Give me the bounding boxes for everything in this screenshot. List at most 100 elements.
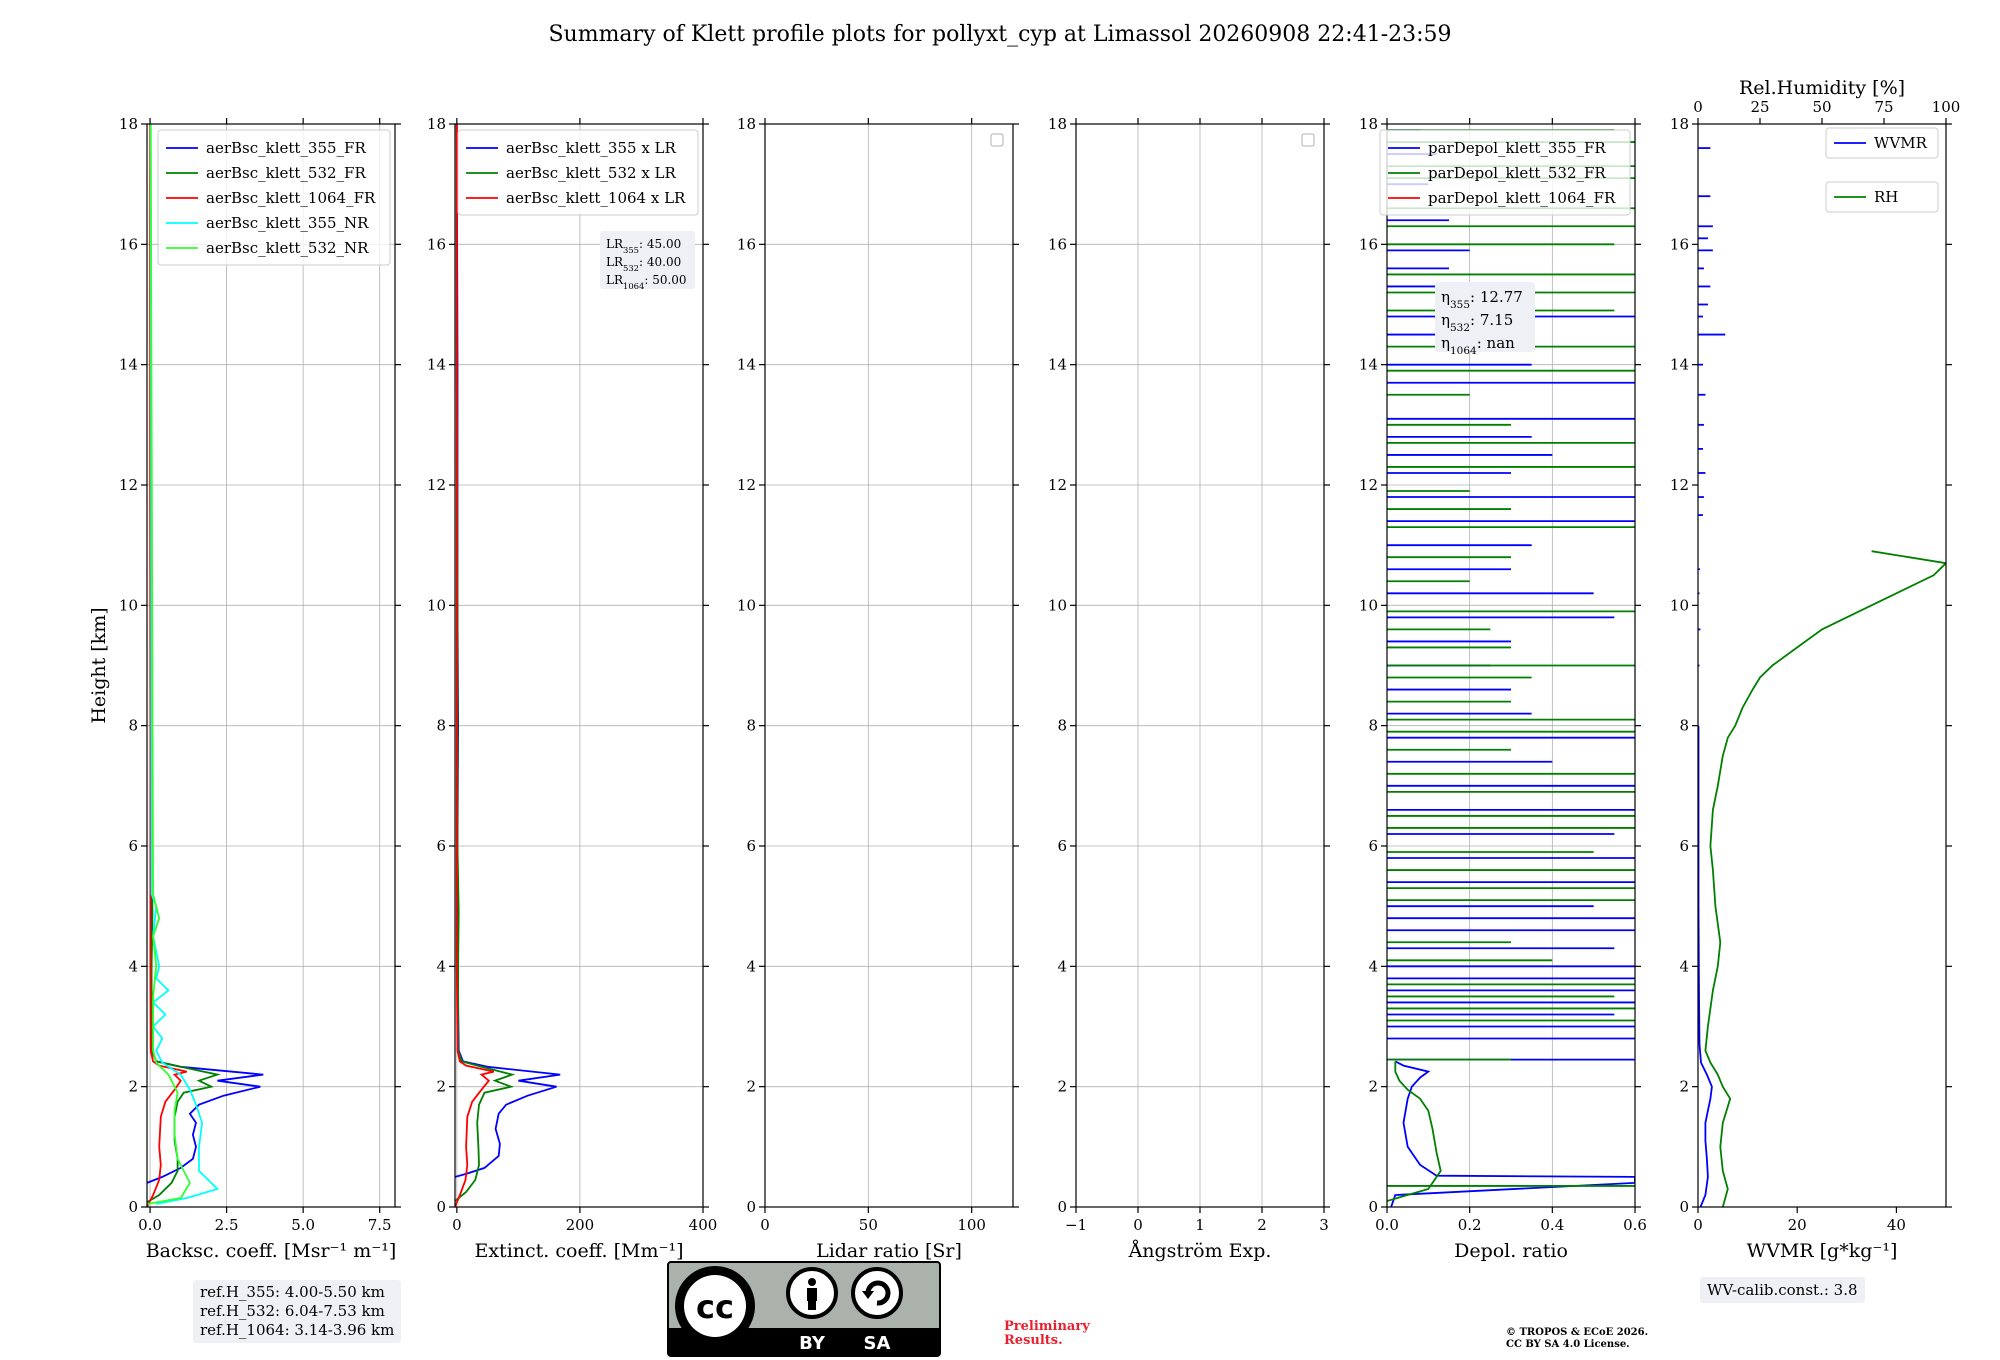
y-tick-label: 14 bbox=[427, 356, 446, 374]
license-by-label: BY bbox=[799, 1333, 826, 1354]
x-axis-label: Extinct. coeff. [Mm⁻¹] bbox=[474, 1240, 683, 1262]
y-tick-label: 2 bbox=[128, 1078, 138, 1096]
x-tick-label: 0 bbox=[760, 1216, 770, 1234]
y-tick-label: 16 bbox=[427, 235, 446, 253]
y-tick-label: 8 bbox=[1057, 717, 1067, 735]
y-tick-label: 2 bbox=[436, 1078, 446, 1096]
x-tick-label: −1 bbox=[1065, 1216, 1087, 1234]
series-line bbox=[147, 124, 191, 1205]
y-tick-label: 8 bbox=[436, 717, 446, 735]
y-tick-label: 6 bbox=[436, 837, 446, 855]
plot-area bbox=[1698, 147, 1946, 1207]
y-tick-label: 12 bbox=[427, 476, 446, 494]
y-tick-label: 12 bbox=[737, 476, 756, 494]
empty-legend-icon bbox=[990, 133, 1004, 147]
y-axis-label: Height [km] bbox=[88, 607, 110, 723]
empty-legend-icon bbox=[1301, 133, 1315, 147]
x-tick-label: 0 bbox=[1133, 1216, 1143, 1234]
x-tick-label: 0.4 bbox=[1540, 1216, 1564, 1234]
y-tick-label: 10 bbox=[737, 596, 756, 614]
preliminary-line-2: Results. bbox=[1004, 1333, 1063, 1348]
x-tick-label: 7.5 bbox=[368, 1216, 392, 1234]
y-tick-label: 0 bbox=[128, 1198, 138, 1216]
legend-label: parDepol_klett_355_FR bbox=[1428, 139, 1606, 157]
legend-label: aerBsc_klett_532_NR bbox=[206, 239, 369, 257]
x-axis-label: Depol. ratio bbox=[1454, 1240, 1568, 1262]
x-tick-label: 0.0 bbox=[1375, 1216, 1399, 1234]
y-tick-label: 2 bbox=[1057, 1078, 1067, 1096]
y-tick-label: 6 bbox=[1057, 837, 1067, 855]
x-tick-label: 3 bbox=[1319, 1216, 1329, 1234]
y-tick-label: 0 bbox=[436, 1198, 446, 1216]
x2-tick-label: 0 bbox=[1693, 98, 1703, 116]
copyright-line-2: CC BY SA 4.0 License. bbox=[1506, 1339, 1630, 1350]
x-tick-label: 0.2 bbox=[1458, 1216, 1482, 1234]
legend-label: aerBsc_klett_355_FR bbox=[206, 139, 366, 157]
series-line bbox=[1387, 1061, 1442, 1202]
panel-2: 0 2 4 6 8 10 12 14 16 18 0 200 400 Extinct. coeff. [M… bbox=[427, 115, 717, 1262]
y-tick-label: 16 bbox=[1048, 235, 1067, 253]
y-tick-label: 4 bbox=[128, 957, 138, 975]
plot-area bbox=[147, 124, 264, 1207]
y-tick-label: 4 bbox=[1679, 957, 1689, 975]
y-tick-label: 0 bbox=[746, 1198, 756, 1216]
legend-label: WVMR bbox=[1874, 134, 1928, 152]
panel-1: 0 2 4 6 8 10 12 14 16 18 0.0 2.5 5.0 7.5 Backsc. coeff… bbox=[88, 115, 401, 1262]
y-tick-label: 6 bbox=[1679, 837, 1689, 855]
x2-tick-label: 75 bbox=[1874, 98, 1893, 116]
y-tick-label: 16 bbox=[1670, 235, 1689, 253]
ref-height-1064: ref.H_1064: 3.14-3.96 km bbox=[200, 1321, 395, 1339]
x-tick-label: 0.0 bbox=[138, 1216, 162, 1234]
y-tick-label: 2 bbox=[1679, 1078, 1689, 1096]
series-line bbox=[147, 124, 264, 1184]
x-tick-label: 2.5 bbox=[215, 1216, 239, 1234]
y-tick-label: 14 bbox=[119, 356, 138, 374]
y-tick-label: 8 bbox=[1679, 717, 1689, 735]
y-tick-label: 4 bbox=[746, 957, 756, 975]
figure-canvas: 0 2 4 6 8 10 12 14 16 18 0.0 2.5 5.0 7.5 Backsc. coeff… bbox=[88, 77, 1961, 1262]
x-tick-label: 5.0 bbox=[291, 1216, 315, 1234]
x-tick-label: 50 bbox=[859, 1216, 878, 1234]
x-tick-label: 0 bbox=[1693, 1216, 1703, 1234]
x-tick-label: 0.6 bbox=[1623, 1216, 1647, 1234]
y-tick-label: 14 bbox=[1359, 356, 1378, 374]
wv-calibration-box: WV-calib.const.: 3.8 bbox=[1700, 1277, 1865, 1303]
x-tick-label: 400 bbox=[689, 1216, 718, 1234]
y-tick-label: 14 bbox=[1670, 356, 1689, 374]
ref-height-532: ref.H_532: 6.04-7.53 km bbox=[200, 1302, 385, 1320]
legend-label: parDepol_klett_532_FR bbox=[1428, 164, 1606, 182]
y-tick-label: 4 bbox=[436, 957, 446, 975]
legend-label: aerBsc_klett_1064 x LR bbox=[506, 189, 686, 207]
y-tick-label: 0 bbox=[1368, 1198, 1378, 1216]
y-tick-label: 12 bbox=[119, 476, 138, 494]
x-axis-label: Backsc. coeff. [Msr⁻¹ m⁻¹] bbox=[146, 1240, 397, 1262]
y-tick-label: 4 bbox=[1368, 957, 1378, 975]
x2-tick-label: 25 bbox=[1750, 98, 1769, 116]
y-tick-label: 10 bbox=[1048, 596, 1067, 614]
legend-label: aerBsc_klett_355_NR bbox=[206, 214, 369, 232]
y-tick-label: 12 bbox=[1670, 476, 1689, 494]
y-tick-label: 12 bbox=[1048, 476, 1067, 494]
y-tick-label: 8 bbox=[746, 717, 756, 735]
axes-frame bbox=[1697, 123, 1947, 1208]
y-tick-label: 16 bbox=[119, 235, 138, 253]
license-sa-label: SA bbox=[864, 1333, 891, 1354]
cc-by-sa-logo: cc BY SA bbox=[667, 1261, 941, 1357]
x2-tick-label: 50 bbox=[1812, 98, 1831, 116]
y-tick-label: 14 bbox=[737, 356, 756, 374]
preliminary-line-1: Preliminary bbox=[1004, 1319, 1090, 1334]
legend-label: aerBsc_klett_355 x LR bbox=[506, 139, 677, 157]
y-tick-label: 18 bbox=[1048, 115, 1067, 133]
y-tick-label: 18 bbox=[119, 115, 138, 133]
ref-height-355: ref.H_355: 4.00-5.50 km bbox=[200, 1283, 385, 1301]
y-tick-label: 12 bbox=[1359, 476, 1378, 494]
axes-frame bbox=[146, 123, 396, 1208]
legend-label: aerBsc_klett_1064_FR bbox=[206, 189, 376, 207]
x2-tick-label: 100 bbox=[1932, 98, 1961, 116]
y-tick-label: 8 bbox=[128, 717, 138, 735]
y-tick-label: 6 bbox=[128, 837, 138, 855]
y-tick-label: 8 bbox=[1368, 717, 1378, 735]
y-tick-label: 14 bbox=[1048, 356, 1067, 374]
copyright-note: © TROPOS & ECoE 2026. CC BY SA 4.0 Licen… bbox=[1506, 1327, 1648, 1351]
y-tick-label: 10 bbox=[119, 596, 138, 614]
